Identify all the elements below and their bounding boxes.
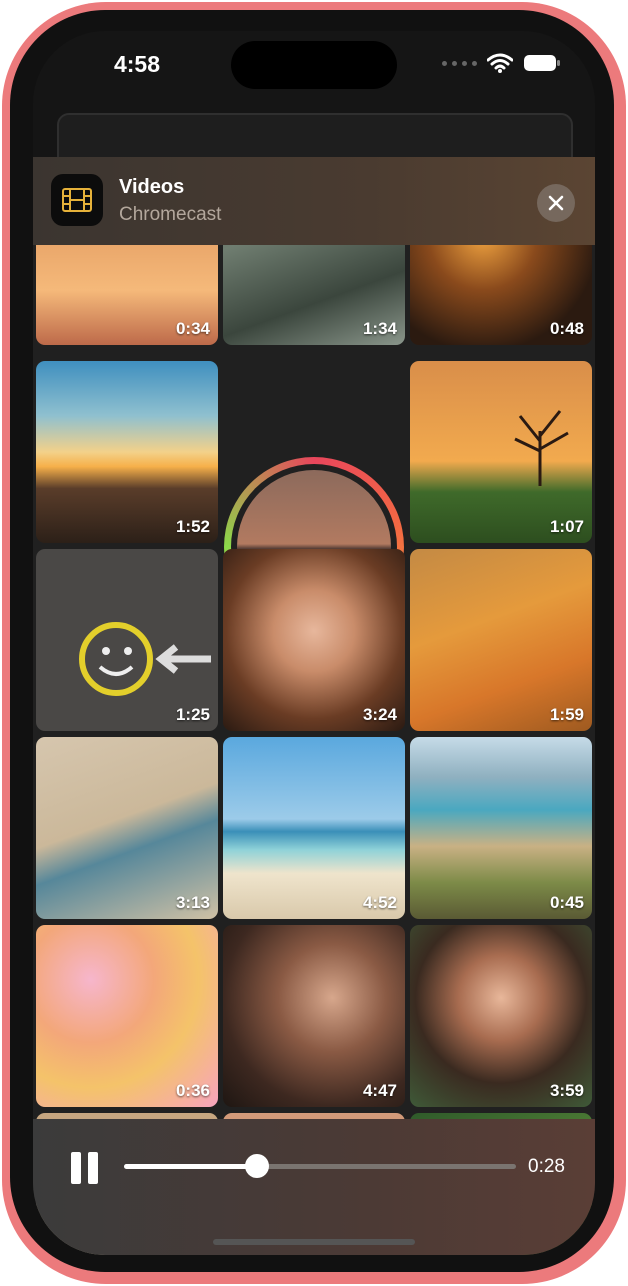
pause-icon — [71, 1152, 81, 1184]
video-grid: 0:34 1:34 0:48 1:52 1:07 1:25 3:24 1:59 … — [33, 157, 595, 1255]
video-duration: 1:07 — [549, 517, 584, 536]
video-duration: 0:48 — [549, 319, 584, 338]
video-tile[interactable]: 4:52 — [223, 737, 405, 919]
progress-knob[interactable] — [245, 1154, 270, 1178]
pause-button[interactable] — [71, 1152, 99, 1184]
video-duration: 3:24 — [362, 705, 397, 724]
status-time: 4:58 — [113, 51, 161, 77]
status-icons — [442, 53, 561, 73]
video-tile[interactable]: 4:47 — [223, 925, 405, 1107]
video-tile[interactable]: 0:36 — [36, 925, 218, 1107]
video-duration: 1:25 — [175, 705, 210, 724]
video-duration: 1:59 — [549, 705, 584, 724]
elapsed-time: 0:28 — [528, 1156, 565, 1177]
video-tile[interactable]: 1:52 — [36, 361, 218, 543]
sheet-title: Videos — [119, 176, 185, 198]
video-duration: 1:34 — [362, 319, 397, 338]
progress-fill — [124, 1164, 258, 1169]
video-duration: 0:36 — [175, 1081, 210, 1100]
video-duration: 4:52 — [362, 893, 397, 912]
video-tile[interactable]: 1:07 — [410, 361, 592, 543]
smiley-icon — [79, 622, 211, 696]
home-indicator — [213, 1239, 415, 1245]
close-button[interactable] — [537, 184, 575, 222]
tree-silhouette-icon — [514, 410, 569, 486]
video-tile[interactable]: 3:24 — [223, 549, 405, 731]
sheet-header: Videos Chromecast — [33, 157, 595, 245]
video-tile[interactable]: 1:59 — [410, 549, 592, 731]
video-duration: 4:47 — [362, 1081, 397, 1100]
video-tile[interactable]: 3:13 — [36, 737, 218, 919]
battery-icon — [524, 55, 560, 71]
signal-dots-icon — [442, 60, 477, 66]
video-duration: 3:59 — [549, 1081, 584, 1100]
videos-sheet: 0:34 1:34 0:48 1:52 1:07 1:25 3:24 1:59 … — [33, 157, 595, 1255]
screen: 4:58 0:34 1:34 0:48 1:52 1:07 1:25 3:24 … — [33, 31, 595, 1255]
close-icon — [548, 195, 564, 211]
film-icon — [51, 174, 103, 226]
video-duration: 0:34 — [175, 319, 210, 338]
progress-slider[interactable] — [124, 1154, 516, 1178]
wifi-icon — [487, 53, 513, 73]
video-tile[interactable]: 3:59 — [410, 925, 592, 1107]
sheet-subtitle: Chromecast — [119, 204, 222, 225]
video-duration: 0:45 — [549, 893, 584, 912]
video-tile[interactable]: 0:45 — [410, 737, 592, 919]
video-duration: 3:13 — [175, 893, 210, 912]
dynamic-island — [231, 41, 397, 89]
video-duration: 1:52 — [175, 517, 210, 536]
video-tile[interactable]: 1:25 — [36, 549, 218, 731]
playback-bar: 0:28 — [33, 1119, 595, 1255]
